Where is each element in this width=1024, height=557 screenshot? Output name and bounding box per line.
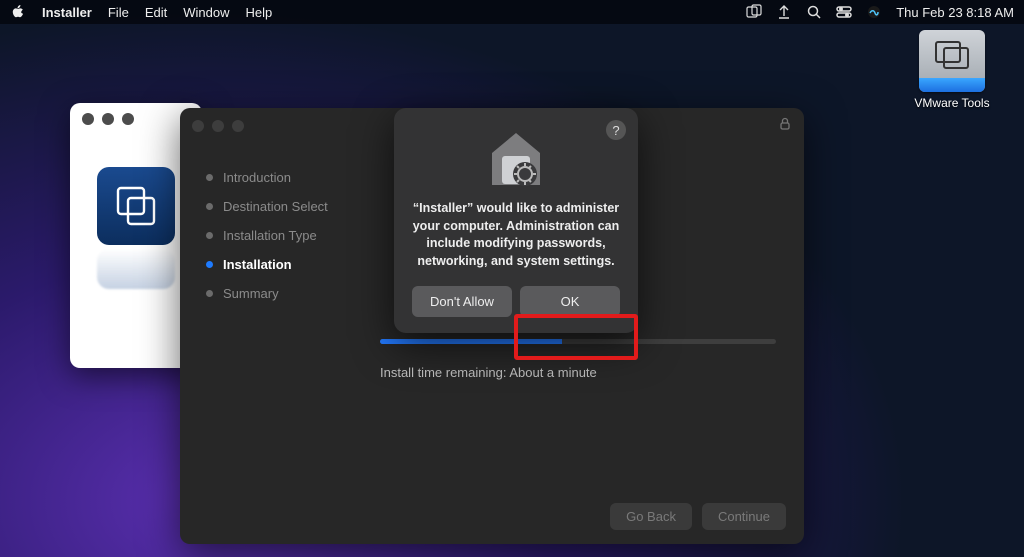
install-status-text: Install time remaining: About a minute: [380, 365, 597, 380]
traffic-close[interactable]: [82, 113, 94, 125]
step-installation-type: Installation Type: [206, 228, 360, 243]
disk-icon: [919, 30, 985, 92]
logo-reflection: [97, 249, 175, 289]
control-center-icon[interactable]: [836, 4, 852, 20]
traffic-lights[interactable]: [192, 120, 244, 132]
installer-sidebar: Introduction Destination Select Installa…: [180, 144, 370, 492]
install-progress-bar: [380, 339, 776, 344]
dialog-message: “Installer” would like to administer you…: [412, 200, 620, 270]
help-icon[interactable]: ?: [606, 120, 626, 140]
menu-window[interactable]: Window: [183, 5, 229, 20]
traffic-minimize[interactable]: [102, 113, 114, 125]
desktop-icon-label: VMware Tools: [912, 96, 992, 110]
traffic-zoom[interactable]: [122, 113, 134, 125]
step-destination-select: Destination Select: [206, 199, 360, 214]
admin-permission-dialog: ? “Installer” would like to administer y…: [394, 108, 638, 333]
go-back-button[interactable]: Go Back: [610, 503, 692, 530]
desktop-icon-vmware-tools[interactable]: VMware Tools: [912, 30, 992, 110]
continue-button[interactable]: Continue: [702, 503, 786, 530]
lock-icon: [778, 117, 792, 136]
menubar: Installer File Edit Window Help Thu Feb …: [0, 0, 1024, 24]
ok-button[interactable]: OK: [520, 286, 620, 317]
traffic-zoom[interactable]: [232, 120, 244, 132]
network-icon[interactable]: [776, 4, 792, 20]
installer-app-icon: [485, 130, 547, 188]
traffic-close[interactable]: [192, 120, 204, 132]
siri-icon[interactable]: [866, 4, 882, 20]
spotlight-icon[interactable]: [806, 4, 822, 20]
step-summary: Summary: [206, 286, 360, 301]
menu-file[interactable]: File: [108, 5, 129, 20]
step-introduction: Introduction: [206, 170, 360, 185]
dont-allow-button[interactable]: Don't Allow: [412, 286, 512, 317]
menu-edit[interactable]: Edit: [145, 5, 167, 20]
traffic-minimize[interactable]: [212, 120, 224, 132]
menubar-app-name[interactable]: Installer: [42, 5, 92, 20]
stage-manager-icon[interactable]: [746, 4, 762, 20]
vmware-logo: [97, 167, 175, 245]
menubar-clock[interactable]: Thu Feb 23 8:18 AM: [896, 5, 1014, 20]
step-installation: Installation: [206, 257, 360, 272]
menu-help[interactable]: Help: [245, 5, 272, 20]
apple-icon[interactable]: [10, 4, 26, 20]
